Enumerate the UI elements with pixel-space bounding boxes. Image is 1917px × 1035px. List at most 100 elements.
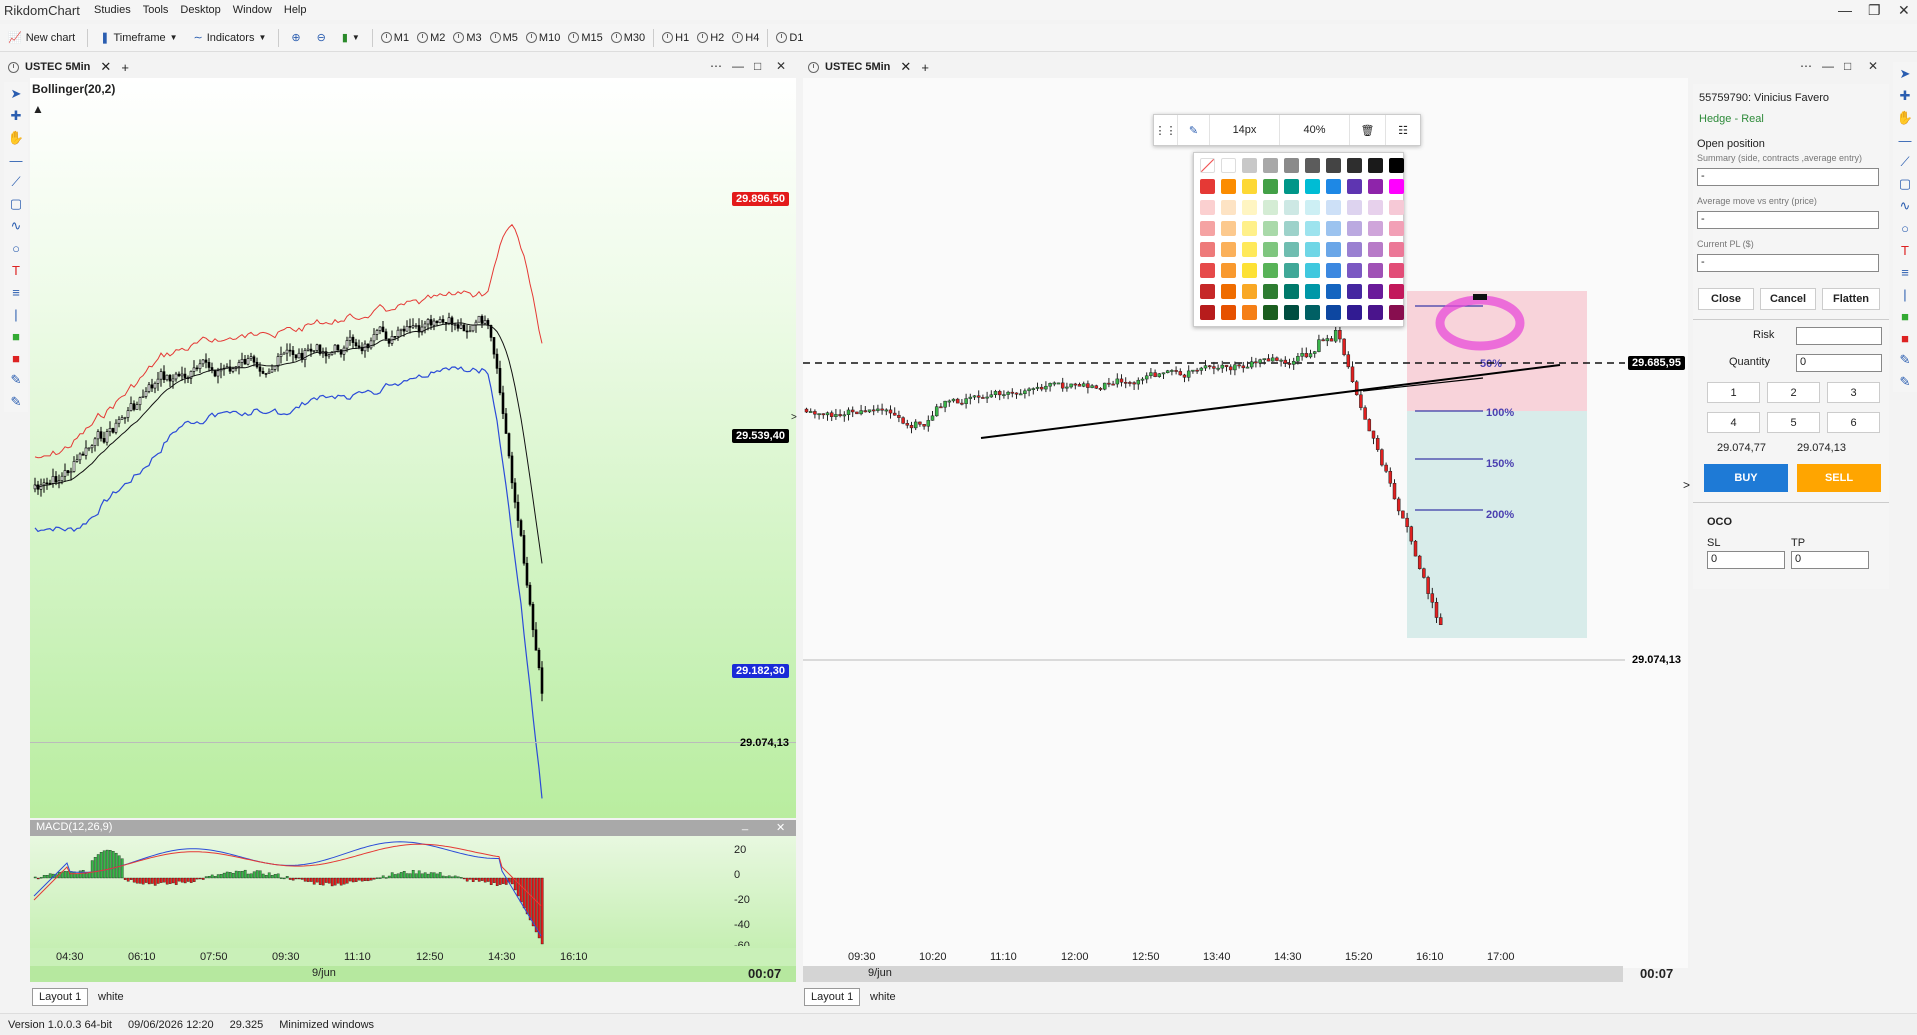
timeframe-m15[interactable]: M15 (564, 32, 606, 44)
palette-swatch[interactable] (1263, 200, 1278, 215)
palette-swatch[interactable] (1347, 158, 1362, 173)
menu-window[interactable]: Window (227, 4, 278, 16)
font-size-button[interactable]: 14px (1210, 115, 1280, 145)
close-icon[interactable]: ✕ (776, 821, 785, 834)
palette-swatch[interactable] (1305, 200, 1320, 215)
palette-swatch[interactable] (1305, 284, 1320, 299)
expand-panel-icon[interactable]: > (1683, 478, 1690, 492)
settings-sliders-icon[interactable]: ☷ (1386, 115, 1420, 145)
palette-swatch[interactable] (1263, 263, 1278, 278)
timeframe-m2[interactable]: M2 (413, 32, 449, 44)
palette-swatch[interactable] (1284, 221, 1299, 236)
brush-icon[interactable]: ✎ (1895, 372, 1915, 392)
timeframe-m5[interactable]: M5 (486, 32, 522, 44)
palette-swatch[interactable] (1368, 158, 1383, 173)
palette-swatch[interactable] (1389, 158, 1404, 173)
menu-desktop[interactable]: Desktop (174, 4, 226, 16)
fibonacci-icon[interactable]: ≡ (1895, 262, 1915, 282)
palette-swatch[interactable] (1200, 284, 1215, 299)
palette-swatch[interactable] (1221, 200, 1236, 215)
quantity-4-button[interactable]: 4 (1707, 412, 1760, 433)
palette-swatch[interactable] (1368, 242, 1383, 257)
palette-swatch[interactable] (1326, 179, 1341, 194)
macd-panel[interactable]: 20 0 -20 -40 -60 (30, 836, 796, 948)
palette-swatch[interactable] (1389, 242, 1404, 257)
trash-icon[interactable]: 🗑 (1350, 115, 1386, 145)
palette-swatch[interactable] (1326, 200, 1341, 215)
palette-swatch[interactable] (1389, 179, 1404, 194)
timeframe-m10[interactable]: M10 (522, 32, 564, 44)
palette-swatch[interactable] (1263, 179, 1278, 194)
crosshair-icon[interactable]: ✚ (1895, 86, 1915, 106)
tab-white-left[interactable]: white (98, 991, 124, 1003)
palette-swatch[interactable] (1284, 158, 1299, 173)
palette-swatch[interactable] (1284, 200, 1299, 215)
tp-field[interactable]: 0 (1791, 551, 1869, 569)
polyline-icon[interactable]: ∿ (6, 216, 26, 236)
more-options-icon[interactable]: ⋯ (710, 59, 722, 73)
palette-swatch[interactable] (1221, 221, 1236, 236)
minimize-icon[interactable]: — (732, 59, 744, 73)
line-color-icon[interactable]: ✎ (1178, 115, 1210, 145)
palette-swatch[interactable] (1242, 179, 1257, 194)
palette-swatch[interactable] (1221, 179, 1236, 194)
palette-swatch[interactable] (1389, 305, 1404, 320)
minimize-icon[interactable]: _ (742, 819, 748, 831)
quantity-1-button[interactable]: 1 (1707, 382, 1760, 403)
palette-swatch[interactable] (1305, 158, 1320, 173)
palette-swatch[interactable] (1326, 263, 1341, 278)
palette-swatch[interactable] (1221, 158, 1236, 173)
palette-swatch[interactable] (1263, 284, 1278, 299)
palette-swatch[interactable] (1389, 221, 1404, 236)
avg-move-field[interactable]: - (1697, 211, 1879, 229)
palette-swatch[interactable] (1242, 263, 1257, 278)
palette-swatch[interactable] (1326, 305, 1341, 320)
minimize-icon[interactable]: — (1838, 2, 1852, 18)
palette-swatch[interactable] (1200, 200, 1215, 215)
close-icon[interactable]: ✕ (1868, 59, 1878, 73)
palette-swatch[interactable] (1242, 284, 1257, 299)
pl-field[interactable]: - (1697, 254, 1879, 272)
palette-swatch[interactable] (1326, 158, 1341, 173)
palette-swatch[interactable] (1221, 263, 1236, 278)
close-tab-icon[interactable]: ✕ (90, 59, 111, 75)
palette-swatch[interactable] (1326, 284, 1341, 299)
timeframe-m30[interactable]: M30 (607, 32, 649, 44)
indicators-dropdown[interactable]: ∼ Indicators ▼ (186, 27, 275, 49)
left-chart-title[interactable]: USTEC 5Min (19, 61, 90, 73)
restore-icon[interactable]: ❐ (1868, 2, 1881, 19)
close-tab-icon[interactable]: ✕ (890, 59, 911, 75)
timeframe-h2[interactable]: H2 (693, 32, 728, 44)
palette-swatch[interactable] (1368, 284, 1383, 299)
pencil-icon[interactable]: ✎ (6, 370, 26, 390)
close-icon[interactable]: ✕ (1898, 2, 1910, 19)
timeframe-d1[interactable]: D1 (772, 32, 807, 44)
menu-help[interactable]: Help (278, 4, 313, 16)
palette-swatch[interactable] (1347, 200, 1362, 215)
vertical-line-icon[interactable]: | (1895, 284, 1915, 304)
vertical-line-icon[interactable]: | (6, 304, 26, 324)
risk-reward-icon[interactable]: ■ (1895, 306, 1915, 326)
flatten-button[interactable]: Flatten (1822, 288, 1880, 310)
quantity-3-button[interactable]: 3 (1827, 382, 1880, 403)
maximize-icon[interactable]: □ (754, 59, 761, 73)
collapse-triangle-icon[interactable]: ▲ (32, 102, 44, 116)
palette-swatch[interactable] (1200, 242, 1215, 257)
palette-swatch[interactable] (1284, 242, 1299, 257)
palette-swatch[interactable] (1347, 221, 1362, 236)
palette-swatch[interactable] (1242, 305, 1257, 320)
palette-swatch[interactable] (1284, 284, 1299, 299)
position-icon[interactable]: ■ (6, 348, 26, 368)
quantity-6-button[interactable]: 6 (1827, 412, 1880, 433)
palette-swatch[interactable] (1305, 305, 1320, 320)
palette-swatch[interactable] (1347, 263, 1362, 278)
palette-swatch[interactable] (1200, 221, 1215, 236)
palette-swatch[interactable] (1200, 263, 1215, 278)
maximize-icon[interactable]: □ (1844, 59, 1851, 73)
tab-layout-left[interactable]: Layout 1 (32, 988, 89, 1006)
tab-layout-right[interactable]: Layout 1 (804, 988, 861, 1006)
crosshair-icon[interactable]: ✚ (6, 106, 26, 126)
splitter-arrow-icon[interactable]: > (791, 412, 797, 423)
hand-icon[interactable]: ✋ (6, 128, 26, 148)
new-chart-button[interactable]: 📈 New chart (0, 27, 83, 49)
